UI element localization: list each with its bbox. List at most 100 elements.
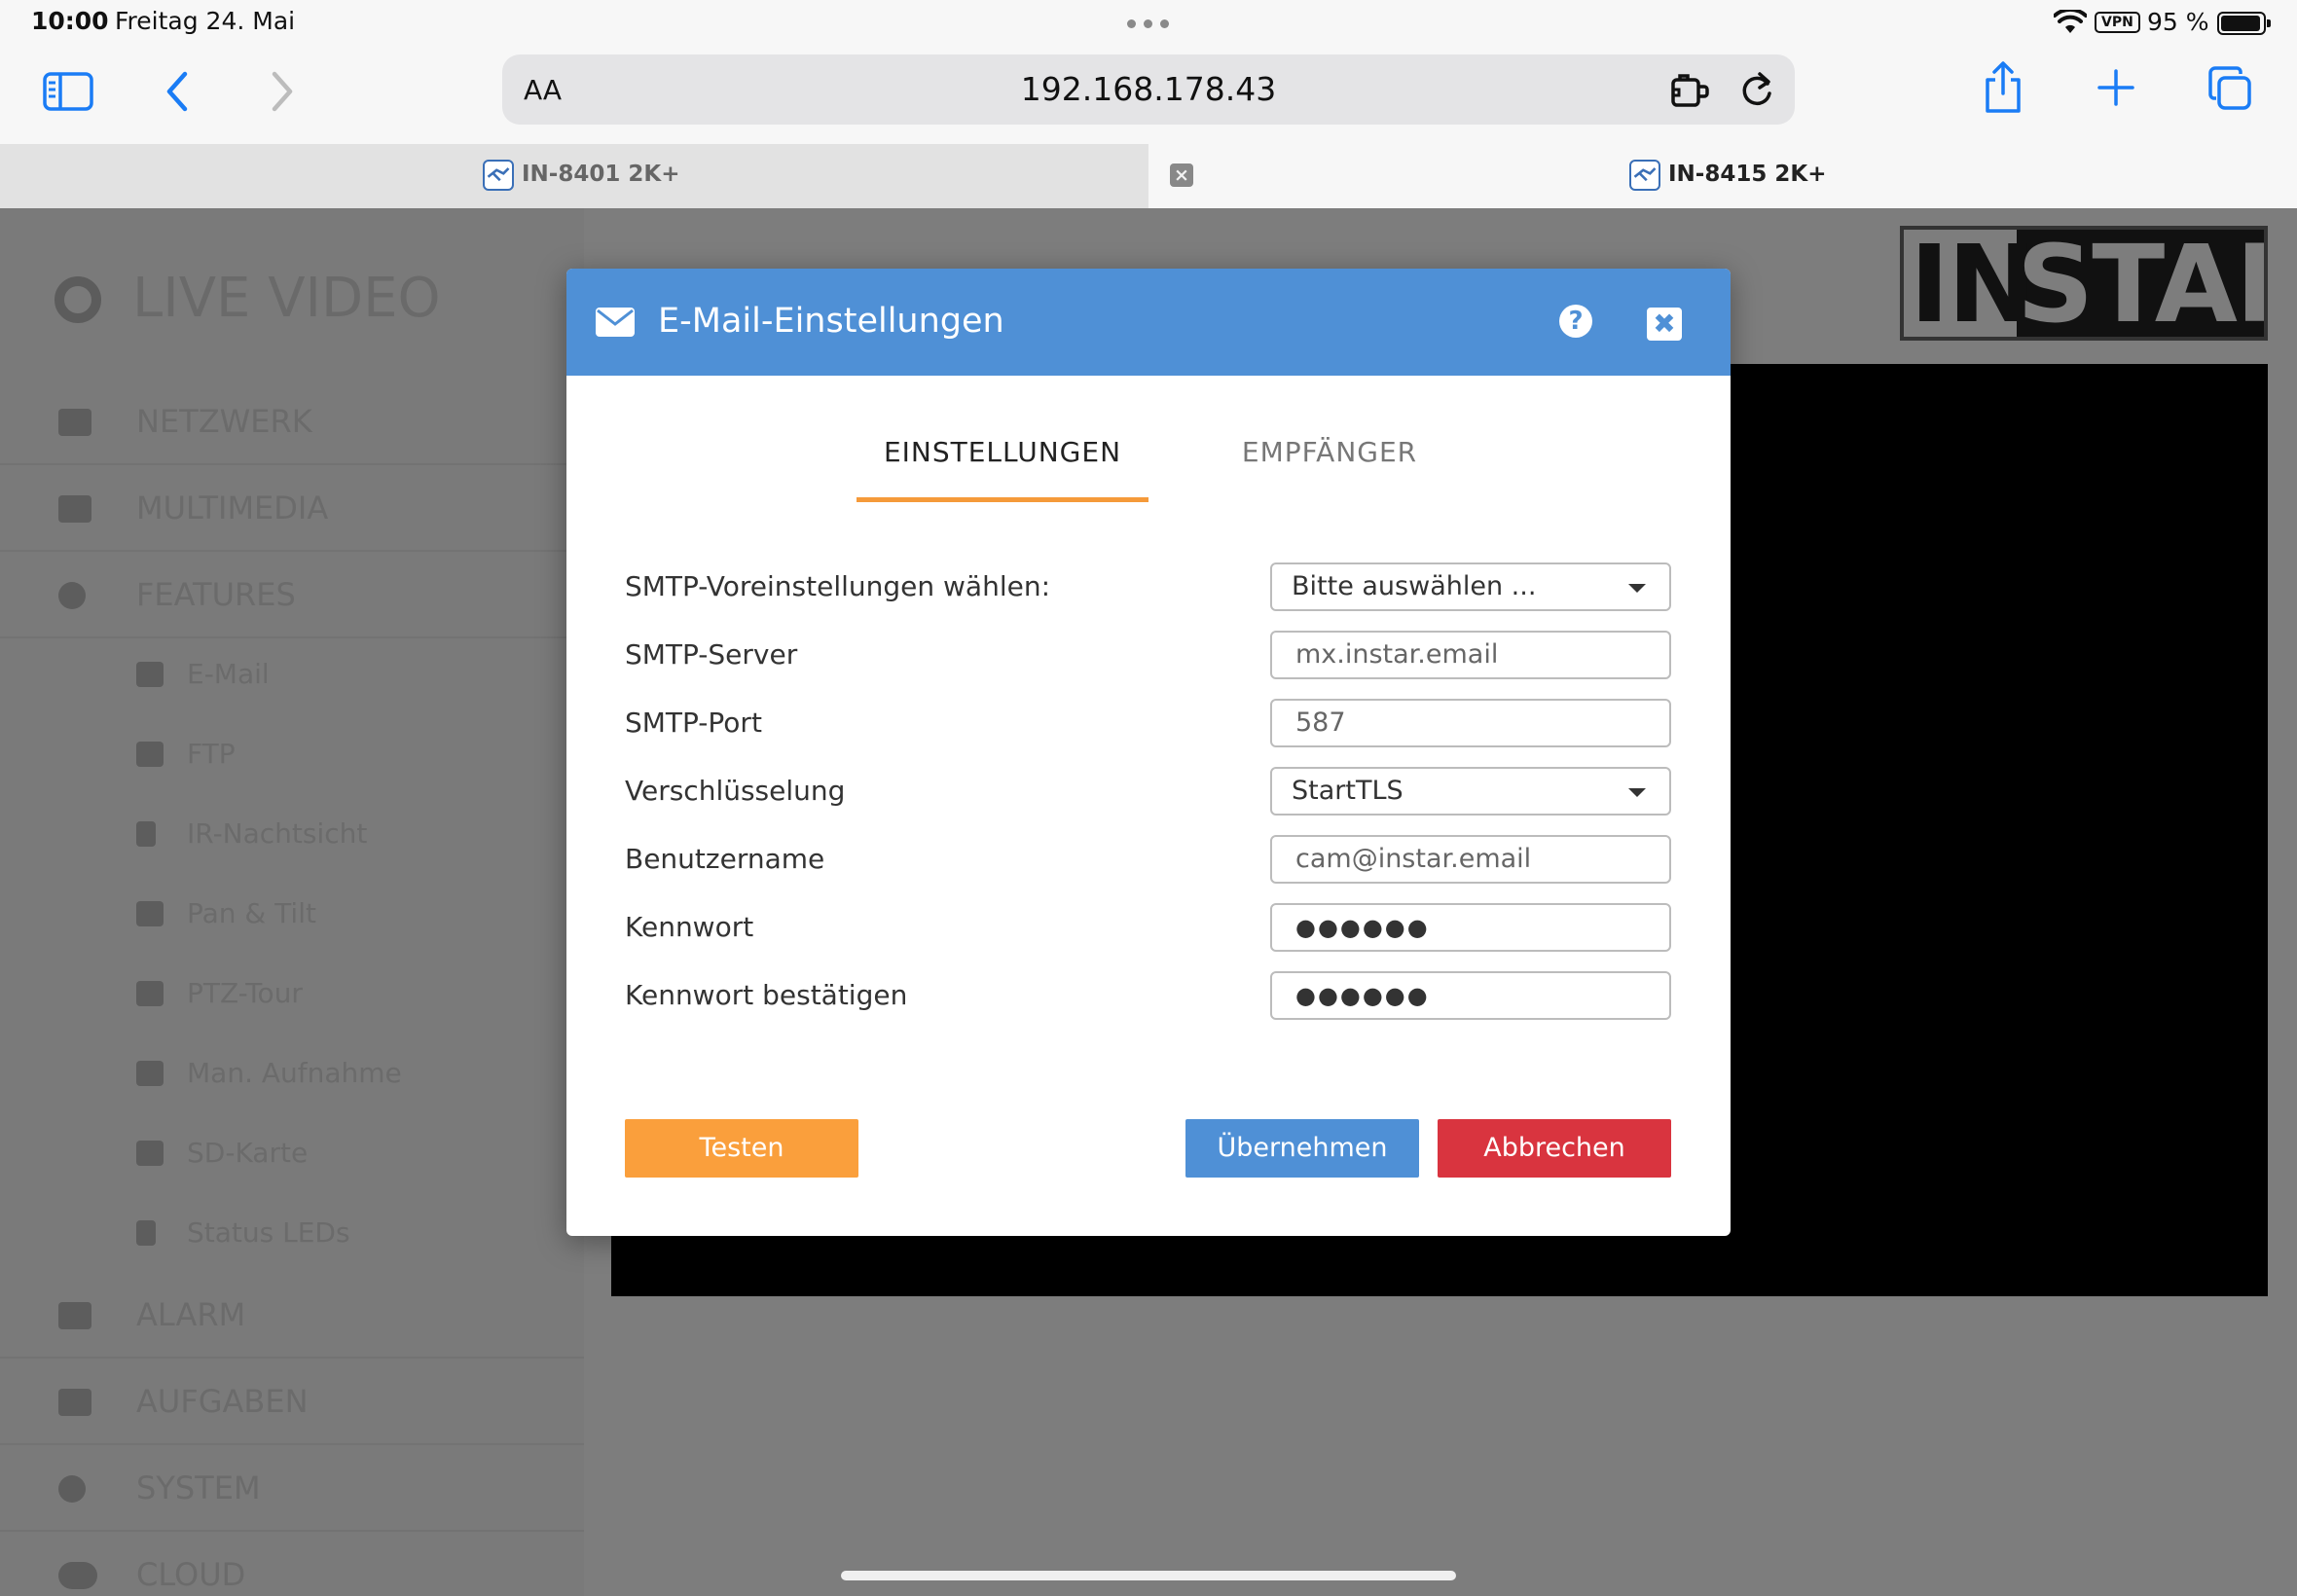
- cancel-button[interactable]: Abbrechen: [1438, 1119, 1671, 1178]
- dialog-title: E-Mail-Einstellungen: [658, 302, 1004, 341]
- submenu-item-ptztour[interactable]: PTZ-Tour: [0, 954, 584, 1034]
- nav-sidebar: LIVE VIDEO NETZWERK MULTIMEDIA FEATURES …: [0, 208, 584, 1596]
- menu-item-aufgaben[interactable]: AUFGABEN: [0, 1360, 584, 1445]
- menu-item-features[interactable]: FEATURES: [0, 553, 584, 638]
- browser-toolbar: AA 192.168.178.43: [0, 49, 2297, 144]
- logo-text-right: STAR: [2017, 226, 2264, 341]
- sidebar-toggle-icon[interactable]: [43, 72, 93, 111]
- new-tab-plus-icon[interactable]: [2096, 68, 2135, 107]
- dialog-header: E-Mail-Einstellungen ? ✖: [566, 269, 1731, 376]
- submenu-label: Status LEDs: [187, 1216, 350, 1249]
- submenu-item-manual-recording[interactable]: Man. Aufnahme: [0, 1034, 584, 1113]
- reload-icon[interactable]: [1738, 70, 1775, 109]
- status-time: 10:00: [31, 7, 109, 35]
- live-video-icon: [55, 276, 101, 323]
- battery-percent: 95 %: [2147, 8, 2209, 36]
- vpn-badge: VPN: [2095, 12, 2140, 33]
- features-icon: [58, 582, 86, 609]
- ios-status-bar: 10:00 Freitag 24. Mai VPN 95 %: [0, 0, 2297, 49]
- encryption-label: Verschlüsselung: [625, 775, 846, 807]
- smtp-server-label: SMTP-Server: [625, 638, 798, 671]
- gear-icon: [58, 1475, 86, 1503]
- network-icon: [58, 409, 91, 436]
- menu-label: NETZWERK: [136, 403, 312, 440]
- submenu-item-ir[interactable]: IR-Nachtsicht: [0, 794, 584, 874]
- mail-icon: [136, 662, 164, 687]
- smtp-preset-label: SMTP-Voreinstellungen wählen:: [625, 570, 1051, 602]
- multitasking-dots-icon[interactable]: [1127, 17, 1170, 30]
- share-nodes-icon: [136, 981, 164, 1006]
- tab-in-8401[interactable]: IN-8401 2K+: [0, 144, 1148, 208]
- form-row-smtp-server: SMTP-Server mx.instar.email: [625, 631, 1672, 681]
- encryption-value: StartTLS: [1292, 776, 1404, 806]
- form-row-password: Kennwort ●●●●●●: [625, 903, 1672, 954]
- submenu-label: IR-Nachtsicht: [187, 817, 368, 850]
- submenu-item-status-leds[interactable]: Status LEDs: [0, 1193, 584, 1273]
- menu-item-cloud[interactable]: CLOUD: [0, 1533, 584, 1596]
- tab-title: IN-8401 2K+: [522, 162, 680, 187]
- submenu-item-pantilt[interactable]: Pan & Tilt: [0, 874, 584, 954]
- smtp-server-input[interactable]: mx.instar.email: [1270, 631, 1671, 679]
- menu-label: ALARM: [136, 1296, 246, 1333]
- pan-tilt-icon: [136, 901, 164, 926]
- smtp-preset-select[interactable]: Bitte auswählen ...: [1270, 562, 1671, 611]
- close-dialog-icon[interactable]: ✖: [1647, 308, 1682, 341]
- battery-icon: [2217, 12, 2271, 35]
- user-icon: [136, 742, 164, 767]
- submenu-label: Pan & Tilt: [187, 897, 316, 929]
- smtp-port-label: SMTP-Port: [625, 707, 762, 739]
- menu-item-system[interactable]: SYSTEM: [0, 1446, 584, 1532]
- test-button[interactable]: Testen: [625, 1119, 858, 1178]
- submenu-label: E-Mail: [187, 658, 270, 690]
- email-settings-dialog: E-Mail-Einstellungen ? ✖ EINSTELLUNGEN E…: [566, 269, 1731, 1236]
- username-input[interactable]: cam@instar.email: [1270, 835, 1671, 884]
- tab-title: IN-8415 2K+: [1668, 162, 1827, 187]
- smtp-preset-value: Bitte auswählen ...: [1292, 571, 1537, 601]
- form-row-encryption: Verschlüsselung StartTLS: [625, 767, 1672, 817]
- address-bar[interactable]: AA 192.168.178.43: [502, 54, 1795, 125]
- tab-in-8415[interactable]: × IN-8415 2K+: [1148, 144, 2297, 208]
- menu-label: FEATURES: [136, 576, 296, 613]
- extension-icon[interactable]: [1670, 72, 1711, 109]
- encryption-select[interactable]: StartTLS: [1270, 767, 1671, 816]
- cloud-icon: [58, 1562, 97, 1589]
- menu-label: CLOUD: [136, 1556, 246, 1593]
- menu-item-multimedia[interactable]: MULTIMEDIA: [0, 466, 584, 552]
- submenu-item-sdcard[interactable]: SD-Karte: [0, 1113, 584, 1193]
- url-text[interactable]: 192.168.178.43: [502, 70, 1795, 108]
- smtp-port-input[interactable]: 587: [1270, 699, 1671, 747]
- forward-chevron-icon[interactable]: [265, 68, 300, 115]
- instar-favicon-icon: [483, 160, 514, 191]
- envelope-icon: [596, 308, 635, 337]
- back-chevron-icon[interactable]: [160, 68, 195, 115]
- menu-item-alarm[interactable]: ALARM: [0, 1273, 584, 1359]
- form-row-smtp-port: SMTP-Port 587: [625, 699, 1672, 749]
- form-row-smtp-preset: SMTP-Voreinstellungen wählen: Bitte ausw…: [625, 562, 1672, 613]
- password-input[interactable]: ●●●●●●: [1270, 903, 1671, 952]
- close-tab-icon[interactable]: ×: [1170, 163, 1193, 187]
- submenu-label: Man. Aufnahme: [187, 1057, 402, 1089]
- form-row-password-confirm: Kennwort bestätigen ●●●●●●: [625, 971, 1672, 1022]
- share-icon[interactable]: [1982, 60, 2024, 115]
- image-icon: [58, 495, 91, 523]
- instar-logo: IN STAR: [1900, 226, 2268, 341]
- password-confirm-input[interactable]: ●●●●●●: [1270, 971, 1671, 1020]
- apply-button[interactable]: Übernehmen: [1185, 1119, 1419, 1178]
- password-confirm-label: Kennwort bestätigen: [625, 979, 908, 1011]
- map-pin-icon: [136, 1220, 156, 1246]
- bulb-icon: [136, 821, 156, 847]
- submenu-item-ftp[interactable]: FTP: [0, 714, 584, 794]
- home-indicator[interactable]: [841, 1571, 1456, 1580]
- tab-settings[interactable]: EINSTELLUNGEN: [857, 424, 1148, 502]
- tab-recipients[interactable]: EMPFÄNGER: [1184, 424, 1476, 502]
- form-row-username: Benutzername cam@instar.email: [625, 835, 1672, 886]
- wifi-icon: [2054, 10, 2087, 33]
- sd-card-icon: [136, 1141, 164, 1166]
- tab-overview-icon[interactable]: [2207, 66, 2252, 111]
- submenu-item-email[interactable]: E-Mail: [0, 635, 584, 714]
- bell-icon: [58, 1302, 91, 1329]
- menu-label: SYSTEM: [136, 1469, 261, 1506]
- menu-item-netzwerk[interactable]: NETZWERK: [0, 380, 584, 465]
- help-icon[interactable]: ?: [1559, 305, 1592, 338]
- password-label: Kennwort: [625, 911, 754, 943]
